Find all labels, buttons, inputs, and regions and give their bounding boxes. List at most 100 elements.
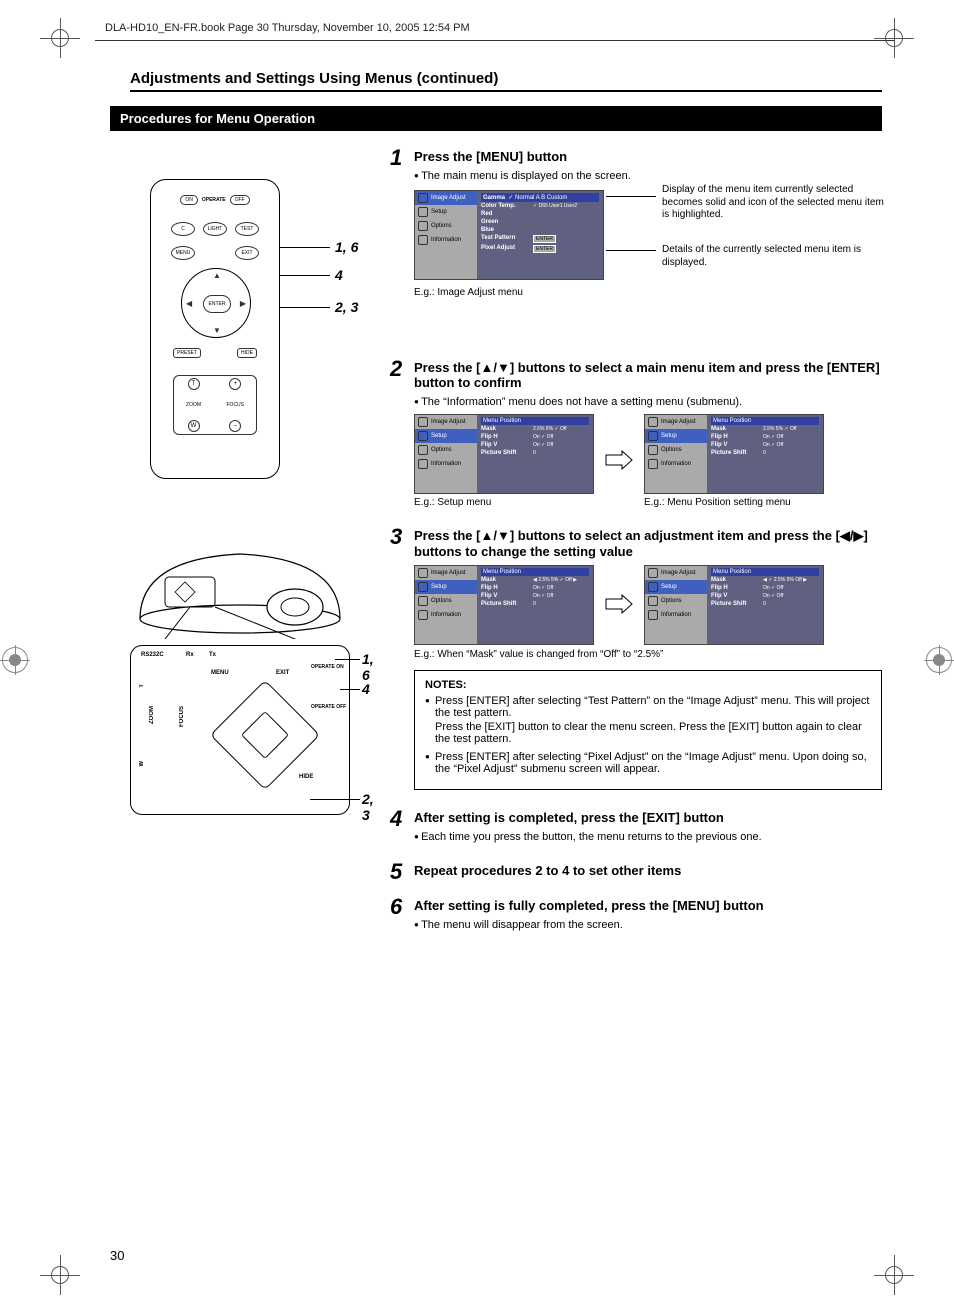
callout-label: 1, 6	[362, 651, 374, 683]
notes-item: Press [ENTER] after selecting “Test Patt…	[425, 695, 871, 745]
header-rule	[95, 40, 894, 41]
step-title: Press the [▲/▼] buttons to select an adj…	[414, 528, 882, 559]
menu-row-val: 2.5% 5% ✓ Off	[533, 426, 567, 432]
step-number: 5	[390, 859, 402, 885]
menu-header-vals: ✓ Normal A B Custom	[508, 195, 567, 201]
remote-c-button: C	[171, 222, 195, 236]
screenshot-caption: E.g.: Image Adjust menu	[414, 287, 523, 298]
menu-header: Menu Position	[481, 417, 589, 425]
remote-on-button: ON	[180, 195, 198, 205]
menu-header: Menu Position	[481, 568, 589, 576]
menu-side-item: Options	[661, 598, 682, 604]
menu-row-val: On ✓ Off	[533, 585, 553, 591]
step-5: 5 Repeat procedures 2 to 4 to set other …	[390, 863, 882, 878]
menu-screenshot: Image Adjust Setup Options Information M…	[414, 565, 594, 645]
remote-illustration: ON OPERATE OFF C LIGHT TEST MENU EXIT	[150, 179, 280, 479]
menu-screenshot: Image Adjust Setup Options Information G…	[414, 190, 604, 280]
menu-header: Gamma	[483, 195, 505, 201]
callout-label: 2, 3	[335, 299, 358, 315]
step-4: 4 After setting is completed, press the …	[390, 810, 882, 843]
menu-row-val: ◀ ✓ 2.5% 5% Off ▶	[763, 577, 807, 583]
remote-zoom-t: T	[188, 378, 200, 390]
menu-header: Menu Position	[711, 568, 819, 576]
arrow-right-icon: ▶	[240, 299, 246, 308]
menu-row-key: Flip H	[481, 434, 529, 440]
callout-line	[280, 247, 330, 248]
menu-side-item: Setup	[661, 584, 677, 590]
notes-box: NOTES: Press [ENTER] after selecting “Te…	[414, 670, 882, 790]
remote-zoom-w: W	[188, 420, 200, 432]
step-title: After setting is fully completed, press …	[414, 898, 882, 913]
menu-row-key: Flip V	[481, 593, 529, 599]
menu-side-item: Setup	[431, 433, 447, 439]
callout-label: 4	[335, 267, 343, 283]
step-number: 4	[390, 806, 402, 832]
remote-test-button: TEST	[235, 222, 259, 236]
remote-off-button: OFF	[230, 195, 250, 205]
menu-row-key: Flip V	[711, 593, 759, 599]
menu-row-key: Picture Shift	[481, 601, 529, 607]
panel-hide-label: HIDE	[299, 774, 313, 780]
menu-row-val: 0	[763, 601, 766, 607]
menu-row-val: On ✓ Off	[763, 585, 783, 591]
section-title: Adjustments and Settings Using Menus (co…	[130, 70, 882, 92]
menu-side-item: Options	[431, 447, 452, 453]
panel-operate-on-label: OPERATE ON	[311, 664, 347, 670]
callout-line	[280, 275, 330, 276]
notes-text: Press [ENTER] after selecting “Test Patt…	[435, 695, 869, 719]
step-number: 3	[390, 524, 402, 550]
arrow-right-icon	[604, 593, 634, 618]
menu-row-val: On ✓ Off	[763, 593, 783, 599]
crop-mark	[40, 1255, 80, 1295]
page-header-meta: DLA-HD10_EN-FR.book Page 30 Thursday, No…	[105, 22, 470, 34]
step-number: 2	[390, 356, 402, 382]
menu-row-key: Mask	[711, 577, 759, 583]
menu-row-key: Flip V	[481, 442, 529, 448]
callout-line	[340, 689, 360, 690]
menu-row-val: ◀ 2.5% 5% ✓ Off ▶	[533, 577, 577, 583]
step-title: After setting is completed, press the [E…	[414, 810, 882, 825]
step-3: 3 Press the [▲/▼] buttons to select an a…	[390, 528, 882, 790]
menu-row-val: 0	[533, 601, 536, 607]
step-number: 1	[390, 145, 402, 171]
notes-title: NOTES:	[425, 679, 871, 691]
menu-screenshot: Image Adjust Setup Options Information M…	[414, 414, 594, 494]
remote-zoom-label: ZOOM	[186, 402, 201, 408]
menu-side-item: Setup	[431, 584, 447, 590]
menu-row-val: ENTER	[533, 235, 556, 243]
step-6: 6 After setting is fully completed, pres…	[390, 898, 882, 931]
remote-preset-button: PRESET	[173, 348, 201, 358]
panel-operate-off-label: OPERATE OFF	[311, 704, 347, 710]
panel-t-label: T	[139, 684, 145, 688]
menu-row-key: Picture Shift	[711, 450, 759, 456]
remote-dpad: ENTER ▲ ▼ ◀ ▶	[181, 268, 251, 338]
remote-menu-button: MENU	[171, 246, 195, 260]
remote-focus-minus: –	[229, 420, 241, 432]
menu-row-val: On ✓ Off	[763, 442, 783, 448]
menu-row-val: On ✓ Off	[763, 434, 783, 440]
step-bullet: Each time you press the button, the menu…	[414, 831, 882, 843]
remote-enter-button: ENTER	[203, 295, 231, 313]
menu-side-item: Options	[431, 598, 452, 604]
menu-side-item: Options	[661, 447, 682, 453]
menu-header: Menu Position	[711, 417, 819, 425]
panel-zoom-label: ZOOM	[149, 706, 155, 724]
menu-row-key: Flip H	[481, 585, 529, 591]
menu-row-key: Color Temp.	[481, 203, 529, 209]
panel-exit-label: EXIT	[276, 670, 289, 676]
notes-text: Press the [EXIT] button to clear the men…	[435, 721, 871, 745]
remote-focus-label: FOCUS	[227, 402, 245, 408]
panel-menu-label: MENU	[211, 670, 229, 676]
menu-row-key: Mask	[481, 577, 529, 583]
callout-line	[310, 799, 360, 800]
menu-row-key: Pixel Adjust	[481, 245, 529, 253]
menu-row-key: Red	[481, 211, 529, 217]
remote-hide-button: HIDE	[237, 348, 257, 358]
remote-operate-label: OPERATE	[202, 197, 226, 203]
step-title: Press the [▲/▼] buttons to select a main…	[414, 360, 882, 390]
menu-row-val: ENTER	[533, 245, 556, 253]
panel-tx-label: Tx	[209, 652, 216, 658]
menu-row-key: Green	[481, 219, 529, 225]
menu-row-key: Test Pattern	[481, 235, 529, 243]
step-title: Press the [MENU] button	[414, 149, 882, 164]
